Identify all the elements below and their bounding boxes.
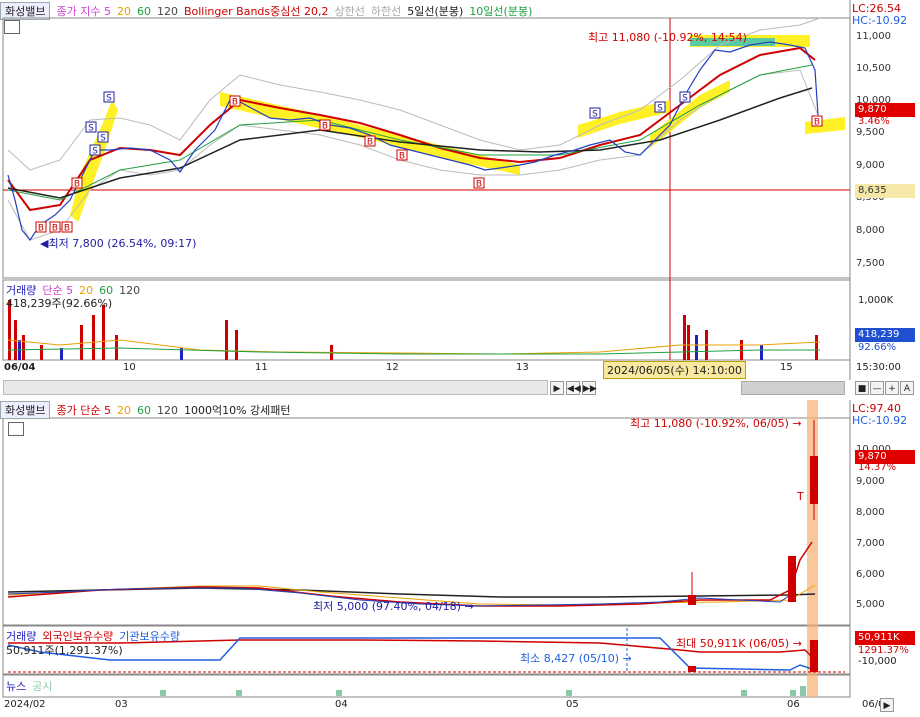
zoom-out-button[interactable]: — [870, 381, 884, 395]
news-panel-frame [2, 674, 851, 698]
bottom-xaxis-label: 2024/02 [4, 699, 46, 710]
volume-box: 418,239 [855, 328, 915, 342]
sell-signal-marker: S [592, 110, 598, 120]
xaxis-label: 13 [516, 362, 529, 373]
top-high-annotation: 최고 11,080 (-10.92%, 14:54) [588, 31, 747, 44]
sell-signal-marker: S [92, 147, 98, 157]
bottom-current-pct: 14.37% [858, 462, 897, 473]
buy-signal-marker: B [232, 98, 238, 108]
buy-sell-markers: B B BBBBBBBBSSSSSSS [35, 91, 823, 234]
disclosure-label: 공시 [32, 680, 53, 693]
sell-signal-marker: S [682, 94, 688, 104]
news-header: 뉴스 공시 [6, 677, 53, 695]
scroll-first-button[interactable]: ◀◀ [566, 381, 581, 395]
holding-box: 50,911K [855, 631, 915, 645]
holding-value-text: 50,911주(1,291.37%) [6, 644, 123, 657]
sell-signal-marker: S [100, 134, 106, 144]
bottom-grid-toggle-icon[interactable] [8, 422, 24, 436]
xaxis-label-time: 15:30:00 [856, 362, 901, 373]
bollinger-lower-line [7, 69, 821, 241]
buy-signal-marker: B [399, 152, 405, 162]
ref-price-box: 8,635 [855, 184, 915, 198]
buy-signal-marker: B [367, 138, 373, 148]
scroll-last-button[interactable]: ▶▶ [582, 381, 597, 395]
buy-signal-marker: B [814, 118, 820, 128]
news-bars [160, 686, 806, 696]
zoom-in-button[interactable]: + [885, 381, 899, 395]
stop-button[interactable]: ■ [855, 381, 869, 395]
holding-max-annotation: 최대 50,911K (06/05) → [676, 637, 802, 650]
buy-signal-marker: B [52, 224, 58, 234]
bottom-stock-name-tag[interactable]: 화성밸브 [0, 401, 51, 419]
news-label: 뉴스 [6, 680, 27, 693]
top-current-price-box: 9,870 [855, 103, 915, 117]
volume-box-pct: 92.66% [858, 342, 897, 353]
top-low-annotation: ◀최저 7,800 (26.54%, 09:17) [40, 237, 197, 250]
volume-value-text: 418,239주(92.66%) [6, 297, 113, 310]
bottom-low-annotation: 최저 5,000 (97.40%, 04/18) → [313, 600, 474, 613]
top-current-pct: 3.46% [858, 116, 890, 127]
bottom-y-axis: 10,000 9,000 8,000 7,000 6,000 5,000 [856, 444, 891, 610]
horizontal-scrollbar[interactable] [3, 380, 548, 395]
buy-signal-marker: B [74, 180, 80, 190]
bottom-chart-header: 화성밸브 종가 단순 5 20 60 120 1000억10% 강세패턴 [0, 401, 291, 419]
bottom-xaxis-label: 06 [787, 699, 800, 710]
xaxis-label: 11 [255, 362, 268, 373]
buy-signal-marker: B [322, 122, 328, 132]
bottom-scroll-button[interactable]: ▶ [880, 698, 894, 712]
auto-button[interactable]: A [900, 381, 914, 395]
buy-signal-marker: B [38, 224, 44, 234]
bottom-panel-frame [2, 417, 851, 626]
bottom-xaxis-label: 04 [335, 699, 348, 710]
sell-signal-marker: S [657, 104, 663, 114]
holding-box-pct: 1291.37% [858, 645, 909, 656]
sell-signal-marker: S [106, 94, 112, 104]
daily-candles [688, 420, 818, 605]
scroll-right-button[interactable]: ▶ [550, 381, 564, 395]
holding-min-annotation: 최소 8,427 (05/10) → [520, 652, 632, 665]
bottom-high-annotation: 최고 11,080 (-10.92%, 06/05) → [630, 417, 802, 430]
sell-signal-marker: S [88, 124, 94, 134]
xaxis-label: 15 [780, 362, 793, 373]
xaxis-label: 12 [386, 362, 399, 373]
holding-y-tick: -10,000 [858, 656, 897, 667]
bottom-xaxis-label: 03 [115, 699, 128, 710]
t-pattern-marker: T [797, 490, 804, 503]
buy-signal-marker: B [476, 180, 482, 190]
bottom-xaxis-label: 05 [566, 699, 579, 710]
volume-y-tick: 1,000K [858, 295, 894, 306]
scroll-thumb[interactable] [741, 381, 845, 395]
buy-signal-marker: B [64, 224, 70, 234]
xaxis-label: 10 [123, 362, 136, 373]
top-y-axis: 11,000 10,500 10,000 9,500 9,000 8,500 8… [856, 31, 891, 269]
xaxis-label-0604: 06/04 [4, 362, 36, 373]
signal-highlights [70, 35, 845, 222]
cursor-time-label: 2024/06/05(수) 14:10:00 [603, 361, 747, 379]
